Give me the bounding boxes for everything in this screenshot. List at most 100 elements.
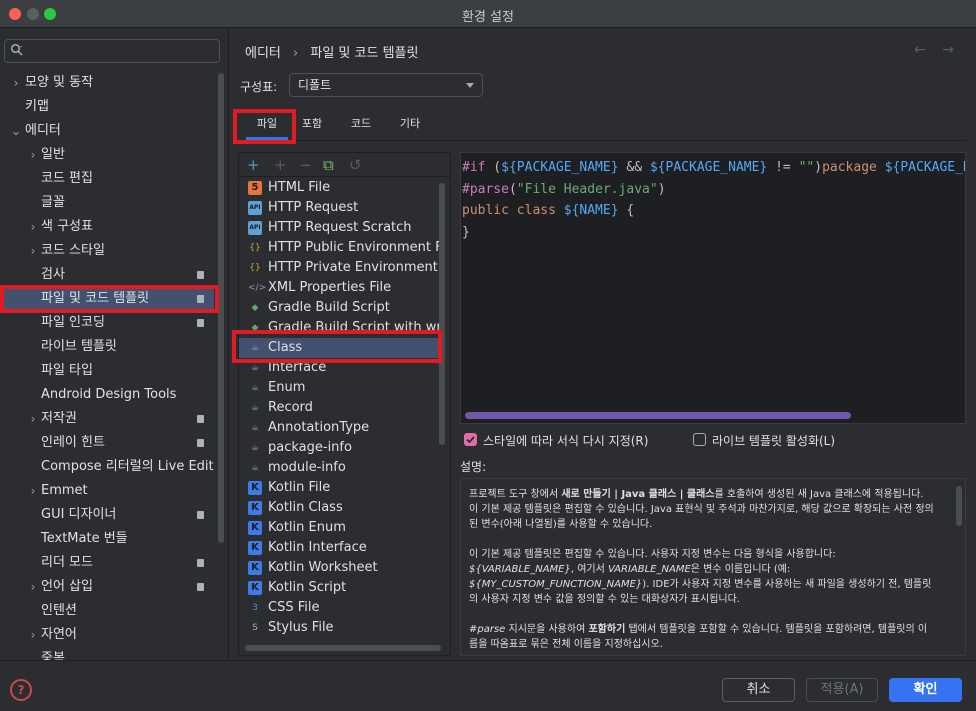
sidebar-item[interactable]: 인레이 힌트 xyxy=(0,431,214,455)
template-list-item[interactable]: ☕ Enum xyxy=(239,378,439,398)
ok-button[interactable]: 확인 xyxy=(889,678,962,702)
template-list-item[interactable]: ◆ Gradle Build Script xyxy=(239,298,439,318)
sidebar-item[interactable]: › Emmet xyxy=(0,479,214,503)
chevron-right-icon[interactable]: › xyxy=(27,575,39,599)
sidebar-item[interactable]: 파일 인코딩 xyxy=(0,311,214,335)
settings-sidebar: › 모양 및 동작 키맵 ⌄ 에디터 › 일반 코드 편집 글꼴 › 색 구성표 › 코드 스타일 검사 파… xyxy=(0,29,229,666)
sidebar-item-label: 언어 삽입 xyxy=(41,579,93,594)
code-token: "File Header.java" xyxy=(516,181,658,197)
template-label: Kotlin File xyxy=(268,480,331,495)
breadcrumb: 에디터 › 파일 및 코드 템플릿 xyxy=(245,42,426,61)
chevron-right-icon[interactable]: › xyxy=(27,143,39,167)
sidebar-item[interactable]: 라이브 템플릿 xyxy=(0,335,214,359)
sidebar-item[interactable]: Android Design Tools xyxy=(0,383,214,407)
tab-other[interactable]: 기타 xyxy=(392,110,428,140)
kotlin-icon: K xyxy=(248,581,262,595)
live-template-label[interactable]: 라이브 템플릿 활성화(L) xyxy=(712,432,835,449)
sidebar-item-label: 파일 인코딩 xyxy=(41,315,105,330)
sidebar-item[interactable]: › 일반 xyxy=(0,143,214,167)
kotlin-icon: K xyxy=(248,481,262,495)
forward-arrow-icon[interactable]: → xyxy=(942,42,954,58)
java-icon: ☕ xyxy=(250,383,260,393)
template-list-item[interactable]: API HTTP Request Scratch xyxy=(239,218,439,238)
template-label: Stylus File xyxy=(268,620,334,635)
chevron-right-icon[interactable]: › xyxy=(27,479,39,503)
template-list-item[interactable]: ☕ package-info xyxy=(239,438,439,458)
chevron-down-icon[interactable]: ⌄ xyxy=(10,119,22,143)
sidebar-item[interactable]: › 언어 삽입 xyxy=(0,575,214,599)
cancel-button[interactable]: 취소 xyxy=(722,678,795,702)
list-horizontal-scrollbar[interactable] xyxy=(245,645,441,651)
code-line[interactable]: public class ${NAME} { xyxy=(462,200,965,222)
sidebar-item[interactable]: 리더 모드 xyxy=(0,551,214,575)
search-input[interactable] xyxy=(4,39,220,63)
template-list-item[interactable]: ☕ AnnotationType xyxy=(239,418,439,438)
code-token: "" xyxy=(798,160,815,175)
template-list-item[interactable]: 3 CSS File xyxy=(239,598,439,618)
code-line[interactable]: } xyxy=(462,222,965,244)
code-line[interactable]: #if (${PACKAGE_NAME} && ${PACKAGE_NAME} … xyxy=(462,157,965,179)
template-list-item[interactable]: ☕ Record xyxy=(239,398,439,418)
sidebar-item[interactable]: › 모양 및 동작 xyxy=(0,71,214,95)
sidebar-item[interactable]: 파일 타입 xyxy=(0,359,214,383)
breadcrumb-parent[interactable]: 에디터 xyxy=(245,46,281,61)
sidebar-item[interactable]: 인텐션 xyxy=(0,599,214,623)
scheme-label: 구성표: xyxy=(240,80,278,94)
template-list-item[interactable]: K Kotlin Enum xyxy=(239,518,439,538)
code-text[interactable]: #if (${PACKAGE_NAME} && ${PACKAGE_NAME} … xyxy=(462,157,965,244)
sidebar-item[interactable]: › 저작권 xyxy=(0,407,214,431)
sidebar-item[interactable]: Compose 리터럴의 Live Edit xyxy=(0,455,214,479)
template-list-item[interactable]: </> XML Properties File xyxy=(239,278,439,298)
template-list-item[interactable]: K Kotlin Worksheet xyxy=(239,558,439,578)
description-panel: 프로젝트 도구 창에서 새로 만들기 | Java 클래스 | 클래스를 호출하… xyxy=(460,478,966,656)
add-icon[interactable]: + xyxy=(247,155,260,175)
remove-icon[interactable]: − xyxy=(299,155,312,175)
back-arrow-icon[interactable]: ← xyxy=(914,42,926,58)
dialog-footer: ? 취소 적용(A) 확인 xyxy=(0,660,976,711)
template-list-item[interactable]: API HTTP Request xyxy=(239,198,439,218)
template-list-item[interactable]: K Kotlin File xyxy=(239,478,439,498)
template-list-item[interactable]: K Kotlin Script xyxy=(239,578,439,598)
project-scope-icon xyxy=(197,559,204,567)
sidebar-item[interactable]: › 자연어 xyxy=(0,623,214,647)
template-list-item[interactable]: {} HTTP Public Environment F xyxy=(239,238,439,258)
sidebar-item[interactable]: › 색 구성표 xyxy=(0,215,214,239)
reset-icon[interactable]: ↺ xyxy=(349,155,362,175)
sidebar-item-label: 색 구성표 xyxy=(41,219,93,234)
chevron-right-icon[interactable]: › xyxy=(27,239,39,263)
sidebar-item[interactable]: TextMate 번들 xyxy=(0,527,214,551)
tab-includes[interactable]: 포함 xyxy=(294,110,330,140)
template-list-item[interactable]: {} HTTP Private Environment F xyxy=(239,258,439,278)
help-icon[interactable]: ? xyxy=(10,679,32,701)
sidebar-item-label: 인텐션 xyxy=(41,603,77,618)
template-list-item[interactable]: K Kotlin Interface xyxy=(239,538,439,558)
template-code-editor[interactable]: #if (${PACKAGE_NAME} && ${PACKAGE_NAME} … xyxy=(460,152,966,424)
sidebar-item[interactable]: ⌄ 에디터 xyxy=(0,119,214,143)
live-template-checkbox[interactable] xyxy=(693,433,706,446)
chevron-right-icon[interactable]: › xyxy=(10,71,22,95)
list-scrollbar[interactable] xyxy=(439,183,445,445)
code-line[interactable]: #parse("File Header.java") xyxy=(462,179,965,201)
editor-horizontal-scrollbar[interactable] xyxy=(465,412,851,419)
sidebar-item[interactable]: 키맵 xyxy=(0,95,214,119)
scheme-select[interactable]: 디폴트 xyxy=(289,73,483,97)
reformat-label[interactable]: 스타일에 따라 서식 다시 지정(R) xyxy=(483,432,648,449)
template-list-item[interactable]: K Kotlin Class xyxy=(239,498,439,518)
copy-icon[interactable]: ⧉ xyxy=(323,155,334,175)
apply-button[interactable]: 적용(A) xyxy=(806,678,878,702)
sidebar-item[interactable]: GUI 디자이너 xyxy=(0,503,214,527)
template-list-item[interactable]: 5 HTML File xyxy=(239,178,439,198)
sidebar-item[interactable]: 글꼴 xyxy=(0,191,214,215)
chevron-right-icon[interactable]: › xyxy=(27,407,39,431)
template-list-item[interactable]: ☕ module-info xyxy=(239,458,439,478)
chevron-right-icon[interactable]: › xyxy=(27,623,39,647)
sidebar-item[interactable]: 검사 xyxy=(0,263,214,287)
reformat-checkbox[interactable] xyxy=(464,433,477,446)
sidebar-item[interactable]: 코드 편집 xyxy=(0,167,214,191)
description-scrollbar[interactable] xyxy=(956,486,962,526)
tab-code[interactable]: 코드 xyxy=(343,110,379,140)
template-list-item[interactable]: S Stylus File xyxy=(239,618,439,638)
add-child-icon[interactable]: + xyxy=(274,155,287,175)
chevron-right-icon[interactable]: › xyxy=(27,215,39,239)
sidebar-item[interactable]: › 코드 스타일 xyxy=(0,239,214,263)
